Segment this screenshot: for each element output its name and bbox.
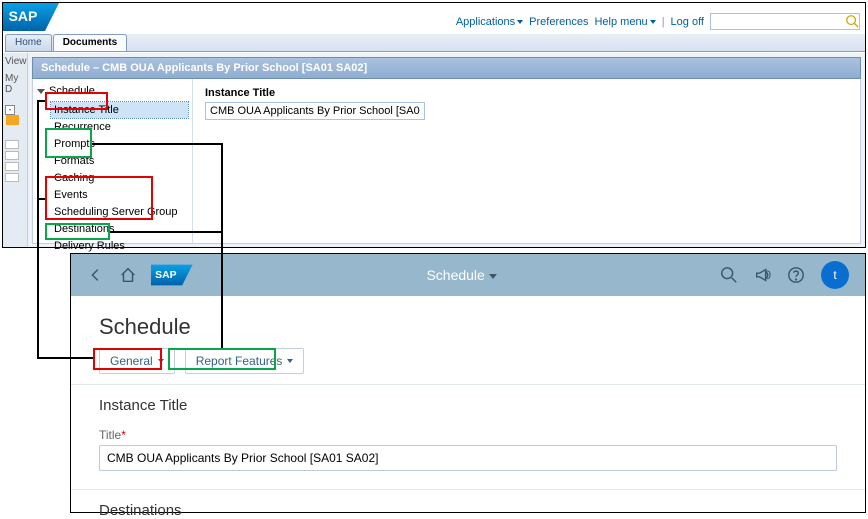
old-tab-strip: Home Documents — [5, 34, 865, 52]
nav-formats[interactable]: Formats — [51, 153, 188, 169]
title-input[interactable] — [99, 445, 837, 471]
section-title: Destinations — [99, 502, 837, 519]
shellbar-title[interactable]: Schedule — [217, 267, 706, 283]
nav-events[interactable]: Events — [51, 187, 188, 203]
old-top-menu: Applications Preferences Help menu | Log… — [456, 13, 860, 30]
old-ui-panel: SAP Applications Preferences Help menu |… — [2, 2, 866, 248]
back-icon[interactable] — [87, 266, 105, 284]
svg-text:SAP: SAP — [9, 8, 38, 24]
caret-down-icon — [650, 20, 656, 24]
caret-down-icon — [287, 359, 293, 363]
search-input[interactable] — [710, 13, 860, 30]
section-instance-title: Instance Title Title* — [71, 385, 865, 471]
old-left-strip: View My D - — [3, 53, 28, 247]
nav-caching[interactable]: Caching — [51, 170, 188, 186]
page-header: Schedule — [71, 296, 865, 348]
shellbar: SAP Schedule 0 t — [71, 254, 865, 296]
caret-down-icon — [489, 274, 497, 279]
nav-delivery-rules[interactable]: Delivery Rules — [51, 238, 188, 254]
search-icon[interactable] — [720, 266, 738, 284]
notification-count: 0 — [764, 268, 771, 282]
separator: | — [662, 16, 665, 28]
panel-title: Schedule – CMB OUA Applicants By Prior S… — [32, 57, 861, 79]
schedule-nav: Schedule Instance Title Recurrence Promp… — [33, 79, 193, 243]
old-body: View My D - Schedule – CMB OUA Applicant… — [3, 53, 865, 247]
doc-icon — [5, 151, 19, 160]
section-destinations: Destinations — [71, 490, 865, 519]
menu-applications[interactable]: Applications — [456, 16, 523, 28]
nav-recurrence[interactable]: Recurrence — [51, 119, 188, 135]
sap-logo-new: SAP — [151, 263, 203, 287]
form-area: Instance Title — [193, 79, 860, 243]
search-icon[interactable] — [845, 14, 859, 28]
nav-instance-title[interactable]: Instance Title — [51, 102, 188, 118]
tab-home[interactable]: Home — [5, 34, 52, 51]
menu-logoff[interactable]: Log off — [671, 16, 704, 28]
instance-title-input[interactable] — [205, 102, 425, 120]
tab-general[interactable]: General — [99, 348, 175, 374]
tree-collapse-icon[interactable]: - — [5, 105, 15, 115]
tab-documents[interactable]: Documents — [53, 34, 127, 51]
help-icon[interactable] — [787, 266, 805, 284]
nav-scheduling-server-group[interactable]: Scheduling Server Group — [51, 204, 188, 220]
old-main: Schedule – CMB OUA Applicants By Prior S… — [28, 53, 865, 247]
section-title: Instance Title — [99, 397, 837, 414]
left-view-label: View — [3, 53, 27, 70]
menu-preferences[interactable]: Preferences — [529, 16, 588, 28]
tab-report-features[interactable]: Report Features — [185, 348, 305, 374]
left-myd-label: My D — [3, 70, 27, 98]
left-tree-stub: - — [3, 102, 27, 184]
nav-prompts[interactable]: Prompts — [51, 136, 188, 152]
caret-down-icon — [158, 359, 164, 363]
instance-title-label: Instance Title — [205, 87, 848, 99]
folder-icon — [6, 115, 19, 125]
new-ui-panel: SAP Schedule 0 t Schedule General Report… — [70, 253, 866, 513]
avatar[interactable]: t — [821, 261, 849, 289]
doc-icon — [5, 162, 19, 171]
nav-root[interactable]: Schedule — [37, 85, 188, 97]
menu-help[interactable]: Help menu — [594, 16, 655, 28]
doc-icon — [5, 140, 19, 149]
title-field-label: Title* — [99, 428, 837, 442]
new-tabs-row: General Report Features — [71, 348, 865, 384]
panel-body: Schedule Instance Title Recurrence Promp… — [32, 79, 861, 244]
doc-icon — [5, 173, 19, 182]
svg-text:SAP: SAP — [155, 270, 176, 281]
caret-down-icon — [517, 20, 523, 24]
page-title: Schedule — [99, 314, 837, 340]
caret-down-icon — [37, 89, 45, 94]
home-icon[interactable] — [119, 266, 137, 284]
sap-logo-old: SAP — [3, 3, 78, 33]
nav-destinations[interactable]: Destinations — [51, 221, 188, 237]
